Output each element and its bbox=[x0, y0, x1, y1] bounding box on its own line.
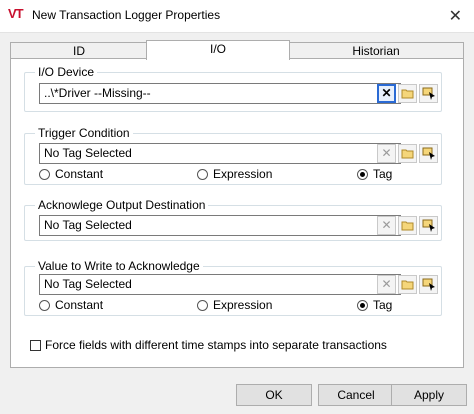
radio-label: Tag bbox=[373, 167, 393, 181]
ack-radio-expression[interactable]: Expression bbox=[197, 298, 272, 312]
tab-strip: ID I/O Historian bbox=[10, 40, 464, 60]
trigger-tag-field[interactable]: No Tag Selected bbox=[39, 143, 401, 164]
folder-icon[interactable] bbox=[398, 275, 417, 294]
force-fields-label: Force fields with different time stamps … bbox=[45, 338, 387, 352]
ack-radio-tag[interactable]: Tag bbox=[357, 298, 392, 312]
trigger-condition-label: Trigger Condition bbox=[35, 126, 133, 140]
io-device-group: I/O Device ..\*Driver --Missing-- ✕ bbox=[24, 65, 442, 112]
folder-icon[interactable] bbox=[398, 216, 417, 235]
trigger-radio-tag[interactable]: Tag bbox=[357, 167, 392, 181]
tab-historian[interactable]: Historian bbox=[288, 42, 464, 59]
title-bar: VT New Transaction Logger Properties ✕ bbox=[0, 0, 474, 33]
ack-value-group: Value to Write to Acknowledge No Tag Sel… bbox=[24, 259, 442, 316]
radio-dot[interactable] bbox=[39, 300, 50, 311]
app-logo: VT bbox=[8, 6, 24, 21]
radio-label: Constant bbox=[55, 298, 104, 312]
pick-tag-icon[interactable] bbox=[419, 216, 438, 235]
pick-tag-icon[interactable] bbox=[419, 275, 438, 294]
radio-label: Constant bbox=[55, 167, 104, 181]
ack-output-field[interactable]: No Tag Selected bbox=[39, 215, 401, 236]
radio-dot[interactable] bbox=[39, 169, 50, 180]
cancel-button[interactable]: Cancel bbox=[318, 384, 394, 406]
pick-tag-icon[interactable] bbox=[419, 84, 438, 103]
trigger-condition-group: Trigger Condition No Tag Selected ✕ Cons… bbox=[24, 126, 442, 185]
ack-value-field[interactable]: No Tag Selected bbox=[39, 274, 401, 295]
tab-io[interactable]: I/O bbox=[146, 40, 290, 60]
ack-value-label: Value to Write to Acknowledge bbox=[35, 259, 203, 273]
checkbox-box[interactable] bbox=[30, 340, 41, 351]
clear-icon[interactable]: ✕ bbox=[377, 84, 396, 103]
window-title: New Transaction Logger Properties bbox=[32, 8, 221, 22]
radio-dot[interactable] bbox=[197, 300, 208, 311]
folder-icon[interactable] bbox=[398, 84, 417, 103]
tab-id[interactable]: ID bbox=[10, 42, 148, 59]
radio-label: Tag bbox=[373, 298, 393, 312]
close-icon[interactable]: ✕ bbox=[449, 6, 462, 26]
apply-button[interactable]: Apply bbox=[391, 384, 467, 406]
ok-button[interactable]: OK bbox=[236, 384, 312, 406]
trigger-radio-constant[interactable]: Constant bbox=[39, 167, 103, 181]
trigger-radio-expression[interactable]: Expression bbox=[197, 167, 272, 181]
io-device-field[interactable]: ..\*Driver --Missing-- bbox=[39, 83, 401, 104]
radio-dot-selected[interactable] bbox=[357, 300, 368, 311]
clear-icon[interactable]: ✕ bbox=[377, 275, 396, 294]
clear-icon[interactable]: ✕ bbox=[377, 144, 396, 163]
radio-label: Expression bbox=[213, 298, 273, 312]
radio-label: Expression bbox=[213, 167, 273, 181]
force-fields-checkbox[interactable]: Force fields with different time stamps … bbox=[30, 338, 387, 352]
pick-tag-icon[interactable] bbox=[419, 144, 438, 163]
folder-icon[interactable] bbox=[398, 144, 417, 163]
ack-output-group: Acknowlege Output Destination No Tag Sel… bbox=[24, 198, 442, 241]
radio-dot-selected[interactable] bbox=[357, 169, 368, 180]
ack-radio-constant[interactable]: Constant bbox=[39, 298, 103, 312]
io-device-label: I/O Device bbox=[35, 65, 98, 79]
radio-dot[interactable] bbox=[197, 169, 208, 180]
clear-icon[interactable]: ✕ bbox=[377, 216, 396, 235]
ack-output-label: Acknowlege Output Destination bbox=[35, 198, 209, 212]
